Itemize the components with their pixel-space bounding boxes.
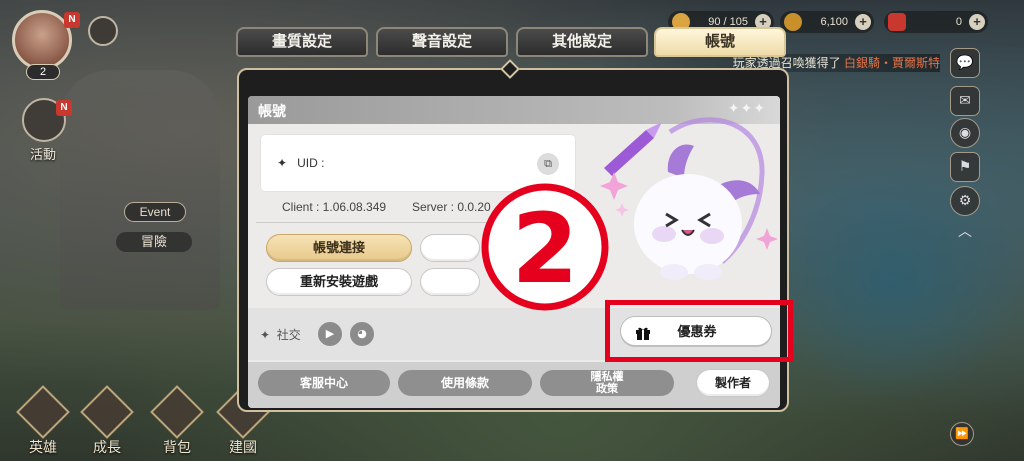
- gem-value: 0: [955, 16, 962, 28]
- mail-icon[interactable]: ✉: [950, 86, 980, 116]
- account-action-button-4[interactable]: [420, 268, 480, 296]
- friends-icon[interactable]: [88, 16, 118, 46]
- profile-icon[interactable]: ◉: [950, 118, 980, 148]
- coupon-highlight-box: [605, 300, 793, 362]
- fast-forward-icon[interactable]: ⏩: [950, 422, 974, 446]
- social-label-text: 社交: [276, 328, 301, 342]
- tab-other[interactable]: 其他設定: [516, 27, 648, 57]
- gem-icon: [888, 13, 906, 31]
- adventure-button[interactable]: 冒險: [116, 232, 192, 252]
- client-version: Client : 1.06.08.349: [282, 200, 387, 214]
- add-gold-button[interactable]: +: [855, 14, 871, 30]
- panel-title: 帳號: [258, 103, 286, 119]
- step-number-annotation: 2: [481, 183, 609, 311]
- gold-bar: 6,100 +: [780, 11, 874, 33]
- mascot-illustration: [600, 117, 778, 280]
- growth-icon: [80, 385, 134, 439]
- add-gem-button[interactable]: +: [969, 14, 985, 30]
- nav-heroes[interactable]: 英雄: [14, 385, 72, 457]
- credits-button[interactable]: 製作者: [696, 369, 770, 397]
- uid-bullet-icon: ✦: [277, 156, 288, 170]
- nav-growth-label: 成長: [93, 439, 121, 455]
- svg-text:2: 2: [512, 193, 579, 305]
- tab-sound[interactable]: 聲音設定: [376, 27, 508, 57]
- nav-growth[interactable]: 成長: [78, 385, 136, 457]
- settings-tabs: 畫質設定 聲音設定 其他設定 帳號: [236, 27, 788, 57]
- chat-icon[interactable]: 💬: [950, 48, 980, 78]
- customer-service-button[interactable]: 客服中心: [258, 370, 390, 396]
- nav-bag[interactable]: 背包: [148, 385, 206, 457]
- activity-notification-badge: N: [56, 100, 72, 116]
- ticker-highlight: 白銀騎‧賈爾斯特: [843, 56, 940, 70]
- social-bullet-icon: ✦: [260, 328, 271, 342]
- notification-badge: N: [64, 12, 80, 28]
- tab-graphics[interactable]: 畫質設定: [236, 27, 368, 57]
- reinstall-game-button[interactable]: 重新安裝遊戲: [266, 268, 412, 296]
- discord-icon[interactable]: ◕: [350, 322, 374, 346]
- bottom-navigation: 英雄 成長 背包 建國: [14, 381, 274, 461]
- nav-bag-label: 背包: [163, 439, 191, 455]
- uid-label-text: UID :: [297, 156, 325, 170]
- link-account-button[interactable]: 帳號連接: [266, 234, 412, 262]
- social-label: ✦ 社交: [260, 326, 301, 343]
- copy-icon[interactable]: ⧉: [537, 153, 559, 175]
- terms-of-use-button[interactable]: 使用條款: [398, 370, 532, 396]
- flag-icon[interactable]: ⚑: [950, 152, 980, 182]
- gem-bar: 0 +: [884, 11, 988, 33]
- account-action-button-2[interactable]: [420, 234, 480, 262]
- activity-label: 活動: [30, 147, 57, 162]
- nav-kingdom-label: 建國: [229, 439, 257, 455]
- tab-account[interactable]: 帳號: [654, 27, 786, 57]
- bag-icon: [150, 385, 204, 439]
- event-button[interactable]: Event: [124, 202, 186, 222]
- privacy-policy-button[interactable]: 隱私權 政策: [540, 370, 674, 396]
- avatar[interactable]: [12, 10, 72, 70]
- footer-links: 客服中心 使用條款 隱私權 政策 製作者: [248, 362, 780, 408]
- youtube-icon[interactable]: ▶: [318, 322, 342, 346]
- uid-label: ✦ UID :: [277, 156, 324, 170]
- settings-gear-icon[interactable]: ⚙: [950, 186, 980, 216]
- nav-heroes-label: 英雄: [29, 439, 57, 455]
- gold-value: 6,100: [820, 16, 848, 28]
- heroes-icon: [16, 385, 70, 439]
- player-level-badge: 2: [26, 64, 60, 80]
- chevron-up-icon[interactable]: ︿: [950, 218, 980, 248]
